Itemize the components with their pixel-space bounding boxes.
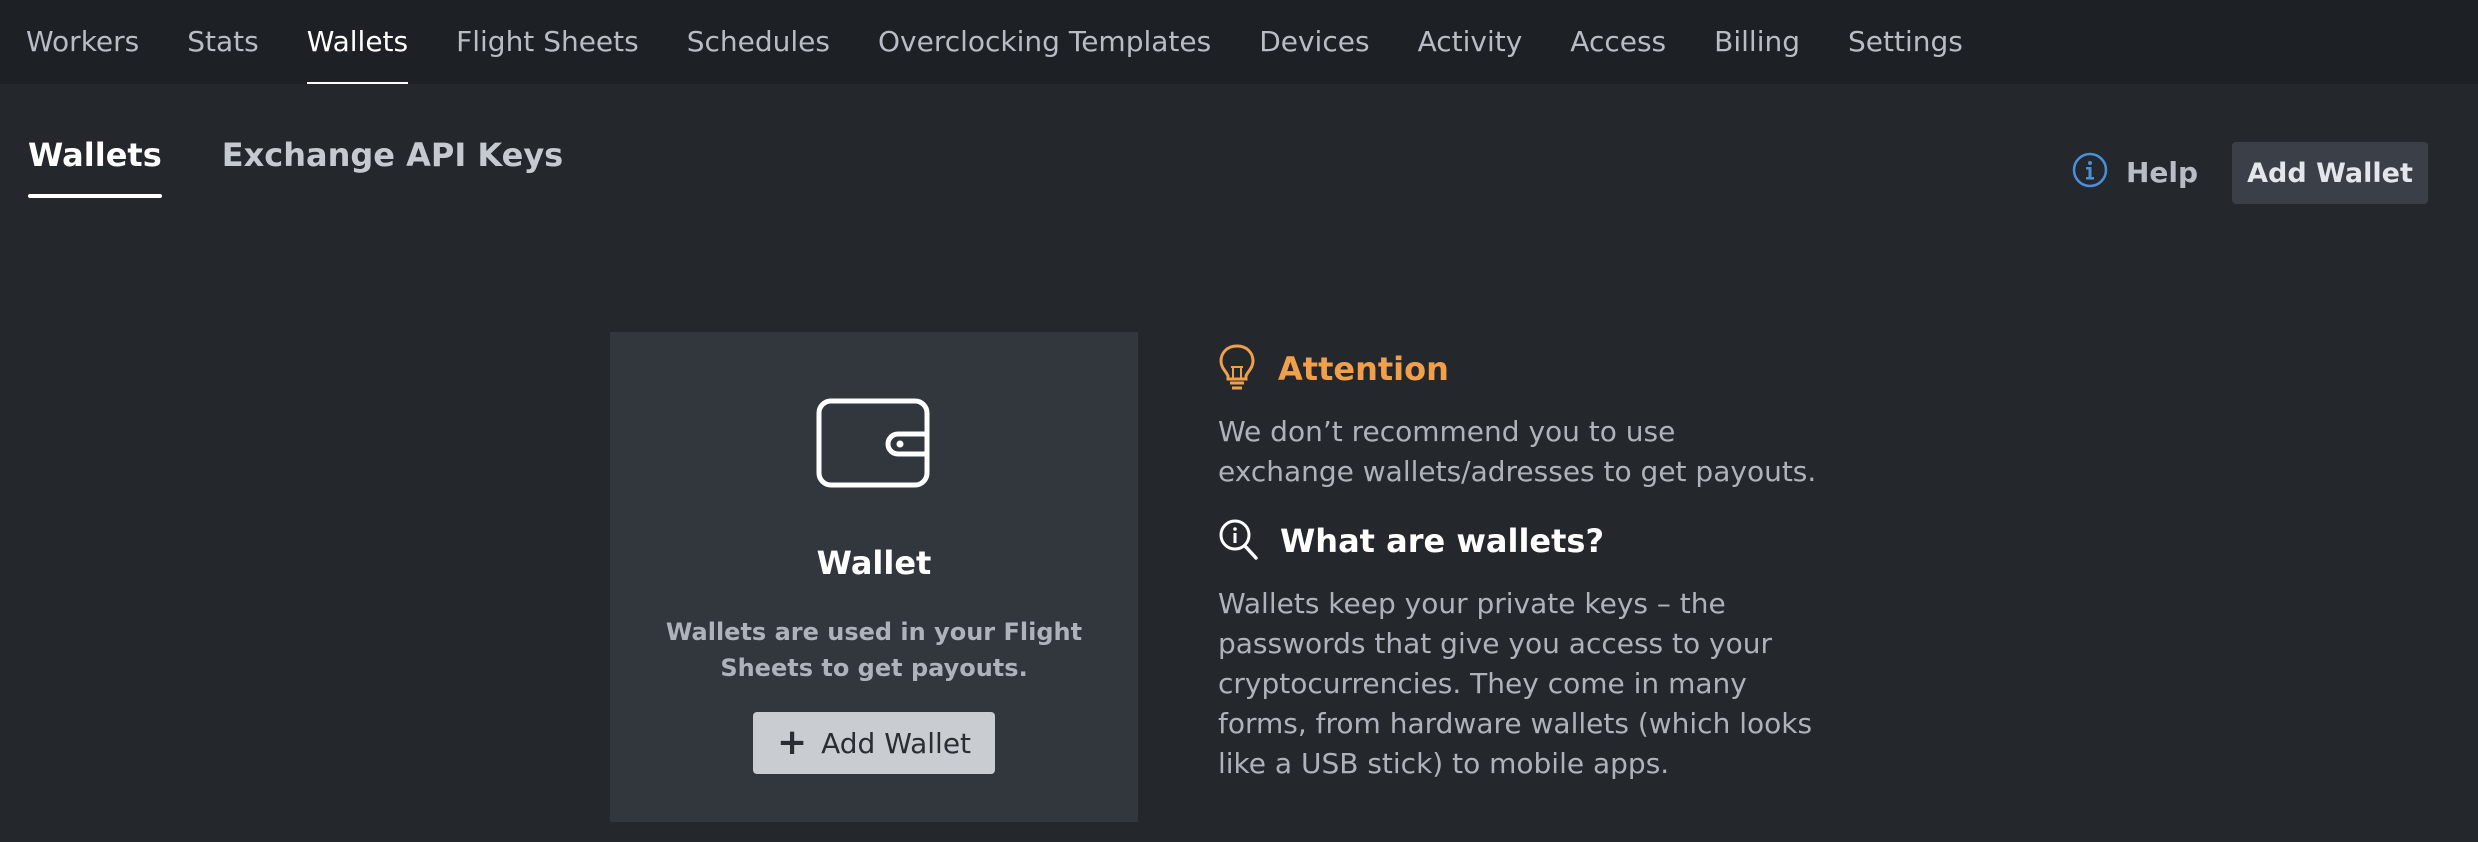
nav-item-schedules[interactable]: Schedules <box>687 0 830 84</box>
top-navigation: Workers Stats Wallets Flight Sheets Sche… <box>0 0 2478 84</box>
lightbulb-icon <box>1218 343 1256 395</box>
nav-item-overclocking-templates[interactable]: Overclocking Templates <box>878 0 1211 84</box>
nav-item-stats[interactable]: Stats <box>187 0 258 84</box>
plus-icon: + <box>776 722 808 763</box>
magnifier-info-icon <box>1218 518 1258 564</box>
info-section: Attention We don’t recommend you to use … <box>1218 344 1818 780</box>
help-link[interactable]: Help <box>2072 152 2198 192</box>
wallet-empty-card: Wallet Wallets are used in your Flight S… <box>610 332 1138 822</box>
nav-item-access[interactable]: Access <box>1570 0 1666 84</box>
attention-text: We don’t recommend you to use exchange w… <box>1218 415 1817 488</box>
what-are-wallets-text: Wallets keep your private keys – the pas… <box>1218 587 1813 780</box>
add-wallet-button[interactable]: Add Wallet <box>2232 142 2428 204</box>
card-title: Wallet <box>816 544 932 582</box>
help-label: Help <box>2126 155 2199 189</box>
card-description: Wallets are used in your Flight Sheets t… <box>665 618 1083 682</box>
attention-title: Attention <box>1278 350 1449 388</box>
nav-item-workers[interactable]: Workers <box>26 0 139 84</box>
nav-item-devices[interactable]: Devices <box>1259 0 1369 84</box>
nav-item-settings[interactable]: Settings <box>1848 0 1963 84</box>
nav-item-billing[interactable]: Billing <box>1714 0 1800 84</box>
attention-heading: Attention <box>1218 344 1818 394</box>
what-are-wallets-heading: What are wallets? <box>1218 516 1604 566</box>
what-are-wallets-title: What are wallets? <box>1280 522 1605 560</box>
nav-item-wallets[interactable]: Wallets <box>306 0 409 84</box>
info-icon <box>2072 152 2108 192</box>
nav-item-activity[interactable]: Activity <box>1418 0 1523 84</box>
wallet-icon <box>816 398 932 494</box>
add-wallet-card-button[interactable]: + Add Wallet <box>753 712 995 774</box>
tab-exchange-api-keys[interactable]: Exchange API Keys <box>222 136 563 198</box>
add-wallet-card-label: Add Wallet <box>821 726 972 760</box>
tab-wallets[interactable]: Wallets <box>28 136 162 198</box>
nav-item-flight-sheets[interactable]: Flight Sheets <box>456 0 639 84</box>
sub-tabs: Wallets Exchange API Keys <box>28 136 623 198</box>
